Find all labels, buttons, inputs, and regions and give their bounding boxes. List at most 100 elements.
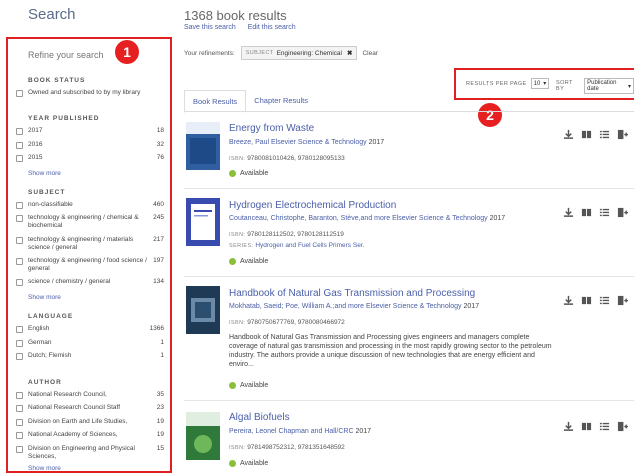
save-search-link[interactable]: Save this search: [184, 24, 236, 31]
filter-year-item[interactable]: 2016 32: [16, 141, 164, 149]
checkbox[interactable]: [16, 352, 23, 360]
result-title-link[interactable]: Energy from Waste: [229, 123, 314, 134]
year-show-more-link[interactable]: Show more: [28, 170, 61, 177]
filter-language-item[interactable]: German 1: [16, 339, 164, 347]
result-title-link[interactable]: Handbook of Natural Gas Transmission and…: [229, 288, 475, 299]
read-online-icon[interactable]: [581, 129, 592, 140]
checkbox[interactable]: [16, 404, 23, 412]
publisher-link[interactable]: Elsevier Science & Technology: [366, 303, 462, 310]
book-cover-image[interactable]: [186, 122, 220, 170]
filter-author-item[interactable]: Division on Earth and Life Studies, 19: [16, 418, 164, 426]
filter-year-item[interactable]: 2017 18: [16, 127, 164, 135]
refine-title: Refine your search: [28, 50, 104, 60]
checkbox[interactable]: [16, 154, 23, 162]
filter-year-item[interactable]: 2015 76: [16, 154, 164, 162]
author-link[interactable]: Breeze, Paul: [229, 139, 269, 146]
refinements-label: Your refinements:: [184, 49, 235, 57]
refinement-chip[interactable]: SUBJECT Engineering: Chemical ✖: [240, 46, 358, 60]
filter-author-item[interactable]: National Academy of Sciences, 19: [16, 431, 164, 439]
checkbox[interactable]: [16, 127, 23, 135]
result-authors: Breeze, Paul Elsevier Science & Technolo…: [229, 139, 384, 146]
download-icon[interactable]: [563, 129, 574, 140]
search-page-title: Search: [28, 6, 76, 23]
checkbox[interactable]: [16, 445, 23, 453]
author-show-more-link[interactable]: Show more: [28, 465, 61, 472]
per-page-select[interactable]: 10 ▾: [530, 78, 550, 89]
publication-year: 2017: [368, 139, 385, 146]
filter-author-item[interactable]: National Research Council, 35: [16, 391, 164, 399]
series-link[interactable]: Hydrogen and Fuel Cells Primers Ser.: [255, 242, 364, 249]
checkbox[interactable]: [16, 214, 23, 222]
download-icon[interactable]: [563, 295, 574, 306]
table-of-contents-icon[interactable]: [599, 421, 610, 432]
author-link[interactable]: Mokhatab, Saeid; Poe, William A.;and mor…: [229, 303, 364, 310]
add-to-bookshelf-icon[interactable]: [617, 295, 628, 306]
add-to-bookshelf-icon[interactable]: [617, 129, 628, 140]
checkbox[interactable]: [16, 418, 23, 426]
publisher-link[interactable]: Elsevier Science & Technology: [271, 139, 367, 146]
result-actions: [563, 295, 628, 306]
chip-key: SUBJECT: [245, 50, 274, 56]
read-online-icon[interactable]: [581, 295, 592, 306]
chip-remove-icon[interactable]: ✖: [347, 49, 352, 57]
checkbox[interactable]: [16, 278, 23, 286]
result-isbn: ISBN: 9780081010426, 9780128095133: [229, 155, 345, 162]
sort-by-label: SORT BY: [556, 80, 573, 92]
book-cover-image[interactable]: [186, 198, 220, 246]
checkbox[interactable]: [16, 339, 23, 347]
publication-year: 2017: [355, 428, 372, 435]
filter-language-item[interactable]: Dutch; Flemish 1: [16, 352, 164, 360]
tab-book-results[interactable]: Book Results: [184, 90, 247, 113]
edit-search-link[interactable]: Edit this search: [248, 24, 296, 31]
checkbox[interactable]: [16, 257, 23, 265]
table-of-contents-icon[interactable]: [599, 295, 610, 306]
result-title-link[interactable]: Hydrogen Electrochemical Production: [229, 200, 396, 211]
checkbox[interactable]: [16, 325, 23, 333]
filter-subject-item[interactable]: technology & engineering / food science …: [16, 257, 164, 273]
checkbox[interactable]: [16, 141, 23, 149]
checkbox[interactable]: [16, 391, 23, 399]
sort-by-select[interactable]: Publication date ▾: [584, 78, 634, 94]
publisher-link[interactable]: Elsevier Science & Technology: [392, 215, 488, 222]
results-count: 1368: [184, 8, 213, 23]
read-online-icon[interactable]: [581, 207, 592, 218]
checkbox[interactable]: [16, 89, 23, 97]
author-link[interactable]: Coutanceau, Christophe, Baranton, Stève,…: [229, 215, 390, 222]
callout-badge-1: 1: [115, 40, 139, 64]
checkbox[interactable]: [16, 431, 23, 439]
filter-owned-subscribed[interactable]: Owned and subscribed to by my library: [16, 89, 164, 97]
filter-author-item[interactable]: National Research Council Staff 23: [16, 404, 164, 412]
author-link[interactable]: Pereira, Leonel: [229, 428, 276, 435]
filter-subject-item[interactable]: science / chemistry / general 134: [16, 278, 164, 286]
filter-language-item[interactable]: English 1366: [16, 325, 164, 333]
callout-badge-2: 2: [478, 103, 502, 127]
book-cover-image[interactable]: [186, 412, 220, 460]
download-icon[interactable]: [563, 421, 574, 432]
book-cover-image[interactable]: [186, 286, 220, 334]
filter-subject-item[interactable]: non-classifiable 460: [16, 201, 164, 209]
filter-author-item[interactable]: Division on Engineering and Physical Sci…: [16, 445, 164, 461]
table-of-contents-icon[interactable]: [599, 129, 610, 140]
table-of-contents-icon[interactable]: [599, 207, 610, 218]
filter-subject-item[interactable]: technology & engineering / materials sci…: [16, 236, 164, 252]
results-tabs: Book Results Chapter Results: [184, 90, 316, 113]
filter-subject-item[interactable]: technology & engineering / chemical & bi…: [16, 214, 164, 230]
result-divider: [184, 276, 634, 277]
tab-chapter-results[interactable]: Chapter Results: [246, 90, 316, 113]
subject-show-more-link[interactable]: Show more: [28, 294, 61, 301]
result-isbn: ISBN: 9780750677769, 9780080466972: [229, 319, 345, 326]
checkbox[interactable]: [16, 201, 23, 209]
results-label: book results: [216, 8, 287, 23]
download-icon[interactable]: [563, 207, 574, 218]
availability-status: Available: [229, 460, 268, 467]
results-per-page-control: RESULTS PER PAGE 10 ▾: [466, 78, 550, 89]
result-title-link[interactable]: Algal Biofuels: [229, 412, 290, 423]
language-heading: LANGUAGE: [28, 313, 74, 320]
add-to-bookshelf-icon[interactable]: [617, 421, 628, 432]
publisher-link[interactable]: Chapman and Hall/CRC: [278, 428, 353, 435]
read-online-icon[interactable]: [581, 421, 592, 432]
add-to-bookshelf-icon[interactable]: [617, 207, 628, 218]
clear-refinements-link[interactable]: Clear: [362, 50, 378, 57]
checkbox[interactable]: [16, 236, 23, 244]
available-dot-icon: [229, 460, 236, 467]
